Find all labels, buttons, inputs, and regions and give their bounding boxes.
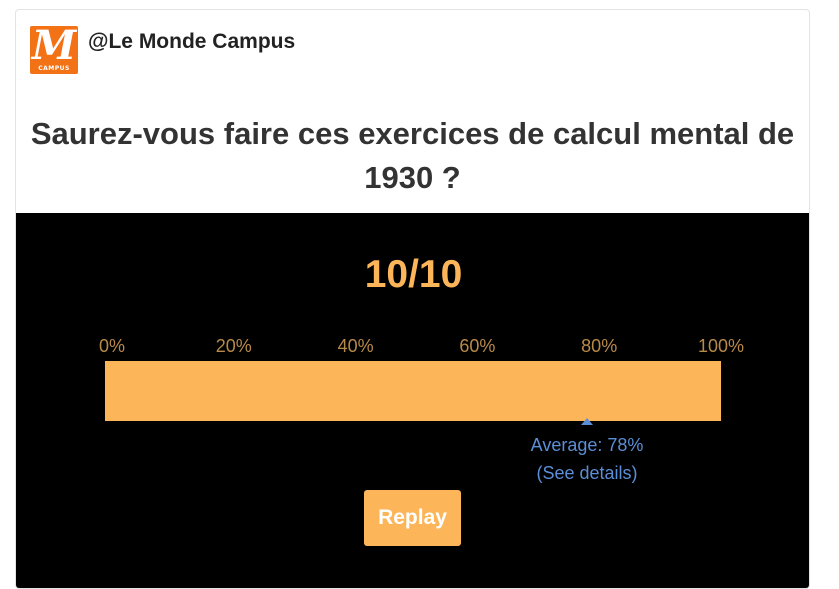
scale-tick: 0% xyxy=(98,336,126,356)
scale-tick: 60% xyxy=(459,336,496,356)
scale-tick: 20% xyxy=(215,336,252,356)
score-bar-track xyxy=(105,361,721,421)
logo-subtext: CAMPUS xyxy=(38,65,70,72)
average-marker-icon xyxy=(581,418,594,425)
average-info: Average: 78% (See details) xyxy=(531,431,644,487)
score-display: 10/10 xyxy=(364,253,463,296)
see-details-link[interactable]: (See details) xyxy=(531,459,644,487)
scale-tick: 100% xyxy=(697,336,745,356)
quiz-card: M CAMPUS @Le Monde Campus Saurez-vous fa… xyxy=(15,9,810,589)
scale-tick: 40% xyxy=(337,336,374,356)
card-header: M CAMPUS @Le Monde Campus xyxy=(30,26,295,74)
score-bar-fill xyxy=(105,361,721,421)
scale-tick: 80% xyxy=(581,336,618,356)
le-monde-campus-logo[interactable]: M CAMPUS xyxy=(30,26,78,74)
quiz-title: Saurez-vous faire ces exercices de calcu… xyxy=(30,116,795,195)
result-panel: 10/10 0% 20% 40% 60% 80% 100% Average: 7… xyxy=(16,213,809,588)
logo-letter: M xyxy=(31,26,77,69)
average-label: Average: 78% xyxy=(530,435,644,455)
scale-ticks: 0% 20% 40% 60% 80% 100% xyxy=(16,336,809,358)
account-name[interactable]: @Le Monde Campus xyxy=(88,30,295,54)
replay-button[interactable]: Replay xyxy=(364,490,461,546)
